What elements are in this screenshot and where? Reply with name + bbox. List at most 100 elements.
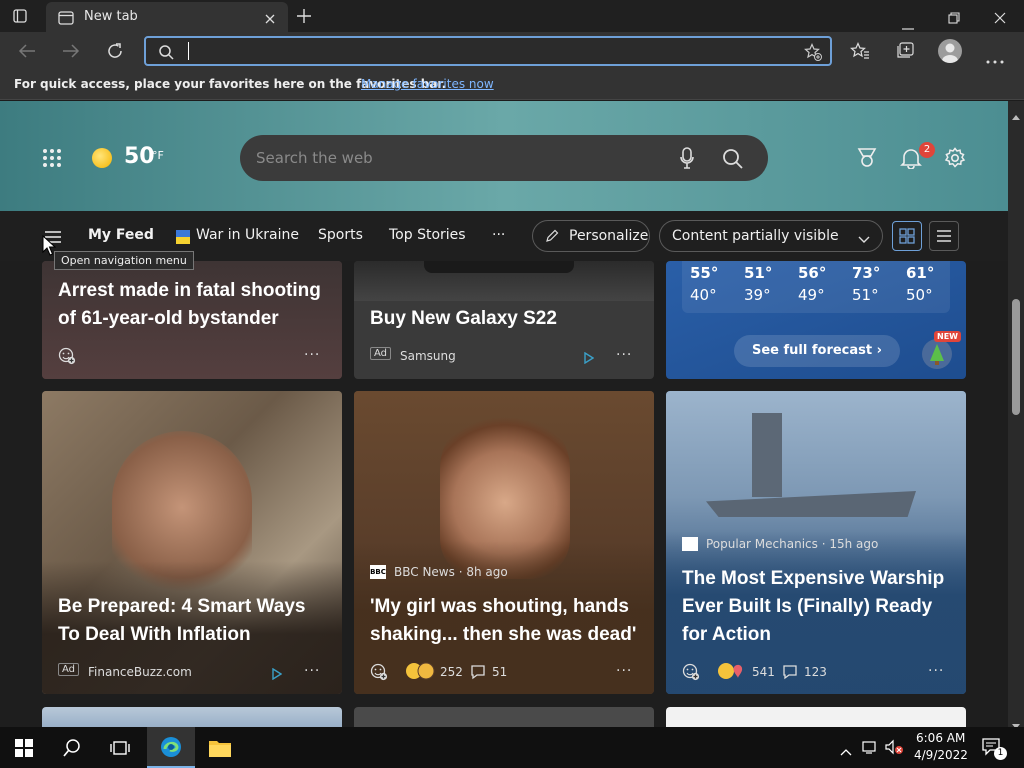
new-tab-page-icon [58,10,74,29]
card-source[interactable]: Samsung [400,349,456,363]
action-center-count-badge: 1 [994,747,1007,760]
forecast-high: 73° [852,264,881,282]
forecast-high: 61° [906,264,935,282]
scrollbar-thumb[interactable] [1012,299,1020,415]
temperature[interactable]: 50 [124,144,155,169]
title-bar: New tab [0,0,1024,32]
restore-icon[interactable] [948,9,960,28]
manage-favorites-link[interactable]: Manage favorites now [361,77,494,91]
new-badge: NEW [934,331,961,342]
new-tab-icon[interactable] [296,8,312,28]
card-more-icon[interactable]: ··· [304,347,320,363]
tree-icon[interactable] [922,339,952,369]
card-title[interactable]: Buy New Galaxy S22 [370,305,640,333]
tab-title: New tab [84,9,138,24]
network-icon[interactable] [862,739,880,759]
grid-view-button[interactable] [892,221,922,251]
address-bar[interactable] [144,36,832,66]
card-source[interactable]: BBC News · 8h ago [394,565,508,579]
back-icon[interactable] [18,43,36,63]
comment-icon[interactable] [470,664,486,684]
ad-card-galaxy[interactable]: Buy New Galaxy S22 Ad Samsung ··· [354,261,654,379]
news-card-shooting[interactable]: Arrest made in fatal shooting of 61-year… [42,261,342,379]
forecast-high: 56° [798,264,827,282]
card-more-icon[interactable]: ··· [304,663,320,679]
volume-muted-icon[interactable] [884,739,904,759]
nav-my-feed[interactable]: My Feed [88,227,154,243]
reaction-add-icon[interactable] [58,347,76,369]
search-submit-icon[interactable] [722,148,744,174]
profile-avatar[interactable] [938,39,962,63]
web-search-box[interactable]: Search the web [240,135,768,181]
reactions-icon[interactable] [716,661,750,685]
refresh-icon[interactable] [106,42,124,64]
hero-banner: 50 °F Search the web 2 [0,101,1008,211]
nav-war-in-ukraine[interactable]: War in Ukraine [196,227,299,243]
add-favorite-icon[interactable] [804,43,822,65]
clock-time[interactable]: 6:06 AM [916,731,965,745]
taskbar-file-explorer-icon[interactable] [196,727,244,768]
nav-top-stories[interactable]: Top Stories [389,227,466,243]
microphone-icon[interactable] [680,147,694,173]
reaction-add-icon[interactable] [682,663,700,685]
card-title[interactable]: Arrest made in fatal shooting of 61-year… [58,277,328,333]
forecast-low: 39° [744,286,771,304]
see-full-forecast-button[interactable]: See full forecast › [734,335,900,367]
ad-badge: Ad [58,663,80,676]
card-title[interactable]: The Most Expensive Warship Ever Built Is… [682,565,952,649]
ad-choices-icon[interactable] [272,665,283,684]
toolbar [0,32,1024,70]
card-source[interactable]: FinanceBuzz.com [88,665,192,679]
close-tab-icon[interactable] [264,10,276,29]
card-title[interactable]: 'My girl was shouting, hands shaking... … [370,593,640,649]
scroll-up-arrow-icon[interactable] [1012,105,1020,124]
news-card-bbc[interactable]: BBC BBC News · 8h ago 'My girl was shout… [354,391,654,694]
page-settings-gear-icon[interactable] [944,147,966,173]
card-more-icon[interactable]: ··· [616,663,632,679]
forecast-high: 51° [744,264,773,282]
apps-grid-icon[interactable] [42,148,62,172]
content-visibility-value: Content partially visible [672,228,839,244]
nav-sports[interactable]: Sports [318,227,363,243]
close-window-icon[interactable] [994,9,1006,28]
card-more-icon[interactable]: ··· [928,663,944,679]
search-placeholder: Search the web [256,149,373,167]
content-visibility-dropdown[interactable]: Content partially visible [659,220,883,252]
news-card-warship[interactable]: Popular Mechanics · 15h ago The Most Exp… [666,391,966,694]
list-view-button[interactable] [929,221,959,251]
taskbar-search-icon[interactable] [48,727,96,768]
taskbar-edge-icon[interactable] [147,727,195,768]
news-card-partial[interactable] [354,707,654,727]
ad-card-inflation[interactable]: Be Prepared: 4 Smart Ways To Deal With I… [42,391,342,694]
favorites-bar: For quick access, place your favorites h… [0,70,1024,100]
page-scrollbar[interactable] [1008,101,1024,729]
reaction-add-icon[interactable] [370,663,388,685]
task-view-icon[interactable] [96,727,144,768]
comment-icon[interactable] [782,664,798,684]
show-hidden-icons-chevron-icon[interactable] [840,741,852,760]
favorites-icon[interactable] [850,42,870,64]
ad-badge: Ad [370,347,392,360]
card-title[interactable]: Be Prepared: 4 Smart Ways To Deal With I… [58,593,328,649]
chevron-down-icon [858,232,870,248]
bbc-logo-icon: BBC [370,565,386,579]
settings-more-icon[interactable] [986,49,1004,68]
weather-card[interactable]: 55° 40° 51° 39° 56° 49° 73° 51° 61° 50° See full … [666,261,966,379]
card-more-icon[interactable]: ··· [616,347,632,363]
card-source[interactable]: Popular Mechanics · 15h ago [706,537,878,551]
start-windows-icon[interactable] [0,727,48,768]
see-full-forecast-label: See full forecast [751,343,873,358]
forward-icon[interactable] [62,43,80,63]
personalize-button[interactable]: Personalize [532,220,650,252]
news-card-partial[interactable] [666,707,966,727]
tab-actions-icon[interactable] [12,8,28,24]
clock-date[interactable]: 4/9/2022 [914,748,968,762]
forecast-high: 55° [690,264,719,282]
news-card-partial[interactable] [42,707,342,727]
collections-icon[interactable] [895,42,915,64]
ad-choices-icon[interactable] [584,349,595,368]
reactions-icon[interactable] [404,661,438,685]
rewards-icon[interactable] [856,147,878,173]
tab-new-tab[interactable]: New tab [46,2,288,32]
nav-more[interactable]: ··· [492,227,505,243]
